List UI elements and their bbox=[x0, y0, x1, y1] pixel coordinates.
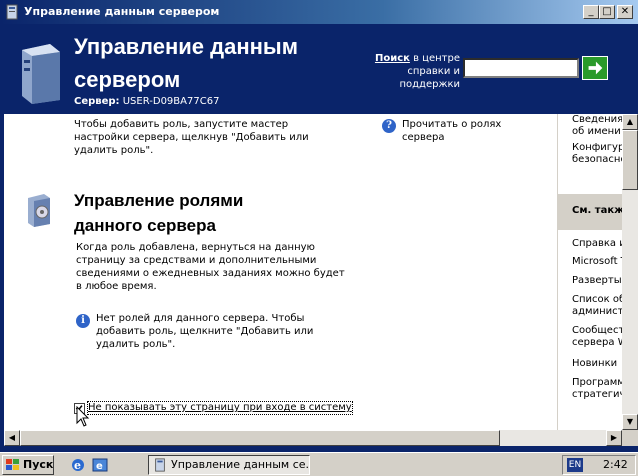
sidebar-item-news[interactable]: Новинки bbox=[572, 358, 617, 370]
server-roles-icon bbox=[28, 194, 50, 227]
search-go-arrow-icon[interactable] bbox=[582, 56, 608, 80]
start-button[interactable]: Пуск bbox=[2, 455, 54, 475]
sidebar-item-deploy[interactable]: Разверты bbox=[572, 275, 622, 287]
windows-logo-icon bbox=[6, 459, 19, 470]
page-title-line1: Управление данным bbox=[74, 34, 298, 59]
page-title: Управление данным сервером bbox=[74, 30, 298, 96]
start-label: Пуск bbox=[23, 458, 54, 471]
no-roles-text: Нет ролей для данного сервера. Чтобы доб… bbox=[96, 313, 314, 350]
read-about-roles-link[interactable]: Прочитать о ролях сервера bbox=[402, 118, 512, 144]
horizontal-scroll-thumb[interactable] bbox=[20, 430, 500, 446]
clock[interactable]: 2:42 bbox=[603, 458, 628, 472]
system-tray: EN 2:42 bbox=[562, 455, 636, 475]
minimize-button[interactable]: _ bbox=[583, 5, 599, 19]
sidebar-item-help[interactable]: Справка и bbox=[572, 238, 626, 250]
search-label-bold: Поиск bbox=[374, 53, 410, 64]
scroll-corner bbox=[622, 430, 638, 446]
sidebar-item-server-name[interactable]: Сведения об имени до bbox=[572, 114, 626, 138]
sidebar-item-security[interactable]: Конфигурация безопасно bbox=[572, 142, 626, 166]
header-band: Управление данным сервером Сервер: USER-… bbox=[0, 24, 638, 114]
server-name: USER-D09BA77C67 bbox=[122, 96, 220, 107]
section-title-line1: Управление ролями bbox=[74, 191, 244, 210]
internet-explorer-icon[interactable]: e bbox=[70, 457, 86, 473]
section-title: Управление ролями данного сервера bbox=[74, 188, 243, 238]
see-also-heading: См. также bbox=[558, 194, 626, 230]
main-content: Чтобы добавить роль, запустите мастер на… bbox=[4, 114, 626, 430]
help-question-icon: ? bbox=[382, 119, 396, 133]
svg-text:e: e bbox=[74, 459, 81, 472]
page-title-line2: сервером bbox=[74, 67, 181, 92]
search-label: Поиск в центре справки и поддержки bbox=[374, 52, 460, 91]
dont-show-label[interactable]: Не показывать эту страницу при входе в с… bbox=[87, 401, 353, 415]
language-indicator[interactable]: EN bbox=[567, 458, 583, 472]
mouse-cursor-icon bbox=[76, 406, 90, 427]
sidebar-item-microsoft[interactable]: Microsoft T bbox=[572, 256, 626, 268]
outlook-express-icon[interactable]: e bbox=[92, 457, 108, 473]
taskbar-window-button[interactable]: Управление данным се... bbox=[148, 455, 310, 475]
sidebar-item-admin-list[interactable]: Список об администр bbox=[572, 294, 626, 318]
taskbar-window-label: Управление данным се... bbox=[171, 458, 310, 471]
vertical-scroll-thumb[interactable] bbox=[622, 130, 638, 190]
section-text: Когда роль добавлена, вернуться на данну… bbox=[76, 242, 345, 292]
info-icon: i bbox=[76, 314, 90, 328]
vertical-scrollbar[interactable]: ▲ ▼ bbox=[622, 114, 638, 430]
scroll-right-arrow-icon[interactable]: ▶ bbox=[606, 430, 622, 446]
scroll-left-arrow-icon[interactable]: ◀ bbox=[4, 430, 20, 446]
right-sidebar: Сведения об имени до Конфигурация безопа… bbox=[557, 114, 626, 430]
intro-text: Чтобы добавить роль, запустите мастер на… bbox=[74, 119, 309, 156]
section-title-line2: данного сервера bbox=[74, 216, 216, 235]
title-bar[interactable]: Управление данным сервером _ □ ✕ bbox=[0, 0, 638, 24]
search-input[interactable] bbox=[463, 58, 579, 78]
maximize-button[interactable]: □ bbox=[599, 5, 615, 19]
sidebar-item-community[interactable]: Сообщест сервера W bbox=[572, 325, 626, 349]
sidebar-item-strategy[interactable]: Программ стратегич bbox=[572, 377, 626, 401]
server-label: Сервер: bbox=[74, 96, 120, 107]
taskbar-server-icon bbox=[155, 458, 165, 472]
server-info: Сервер: USER-D09BA77C67 bbox=[74, 96, 219, 107]
scroll-down-arrow-icon[interactable]: ▼ bbox=[622, 414, 638, 430]
taskbar: Пуск e e Управление данным се... EN 2:42 bbox=[0, 452, 638, 476]
server-icon bbox=[6, 4, 18, 20]
scroll-up-arrow-icon[interactable]: ▲ bbox=[622, 114, 638, 130]
window-title: Управление данным сервером bbox=[24, 5, 220, 18]
close-button[interactable]: ✕ bbox=[617, 5, 633, 19]
server-large-icon bbox=[22, 44, 60, 104]
svg-text:e: e bbox=[96, 461, 103, 472]
horizontal-scrollbar[interactable]: ◀ ▶ bbox=[4, 430, 622, 446]
